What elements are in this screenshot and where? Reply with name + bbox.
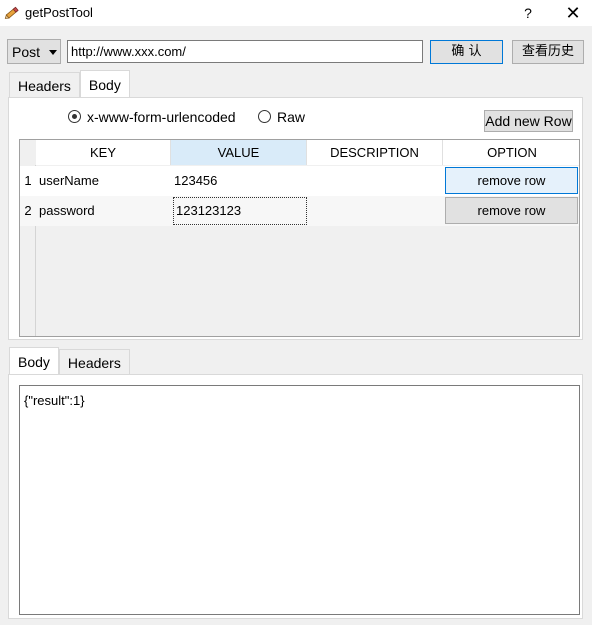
params-table: KEY VALUE DESCRIPTION OPTION 1 userName … [19,139,580,337]
tab-response-headers[interactable]: Headers [58,349,130,375]
method-value: Post [12,44,41,60]
radio-unchecked-icon [258,110,271,123]
column-header-description[interactable]: DESCRIPTION [307,140,443,165]
confirm-button[interactable]: 确 认 [430,40,503,64]
chevron-down-icon [49,50,57,55]
value-cell[interactable]: 123456 [171,166,307,196]
table-row[interactable]: 2 password 123123123 remove row [20,196,579,226]
close-button[interactable]: ✕ [560,2,586,24]
window-title: getPostTool [25,5,93,20]
response-tabs: Body Headers [9,347,130,375]
description-cell[interactable] [307,196,443,226]
url-input[interactable]: http://www.xxx.com/ [67,40,423,63]
radio-raw-label: Raw [277,109,306,125]
tab-body[interactable]: Body [79,70,130,98]
help-button[interactable]: ? [516,2,540,24]
tab-headers[interactable]: Headers [9,72,80,98]
add-new-row-button[interactable]: Add new Row [484,110,573,132]
table-row[interactable]: 1 userName 123456 remove row [20,166,579,196]
method-select[interactable]: Post [7,39,61,64]
value-cell[interactable]: 123123123 [173,197,307,225]
key-cell[interactable]: password [36,196,171,226]
column-header-key[interactable]: KEY [36,140,171,165]
request-tabs: Headers Body [9,70,130,98]
radio-checked-icon [68,110,81,123]
response-body-text[interactable]: {"result":1} [19,385,580,615]
row-number: 2 [24,203,32,218]
pencil-icon [4,3,22,21]
remove-row-button[interactable]: remove row [445,167,578,194]
history-button[interactable]: 查看历史 [512,40,584,64]
radio-urlencoded-label: x-www-form-urlencoded [87,109,236,125]
row-number: 1 [24,173,32,188]
column-header-option[interactable]: OPTION [443,140,579,165]
tab-response-body[interactable]: Body [9,347,59,375]
column-header-value[interactable]: VALUE [171,140,307,165]
remove-row-button[interactable]: remove row [445,197,578,224]
title-bar: getPostTool ? ✕ [0,0,592,26]
key-cell[interactable]: userName [36,166,171,196]
description-cell[interactable] [307,166,443,196]
